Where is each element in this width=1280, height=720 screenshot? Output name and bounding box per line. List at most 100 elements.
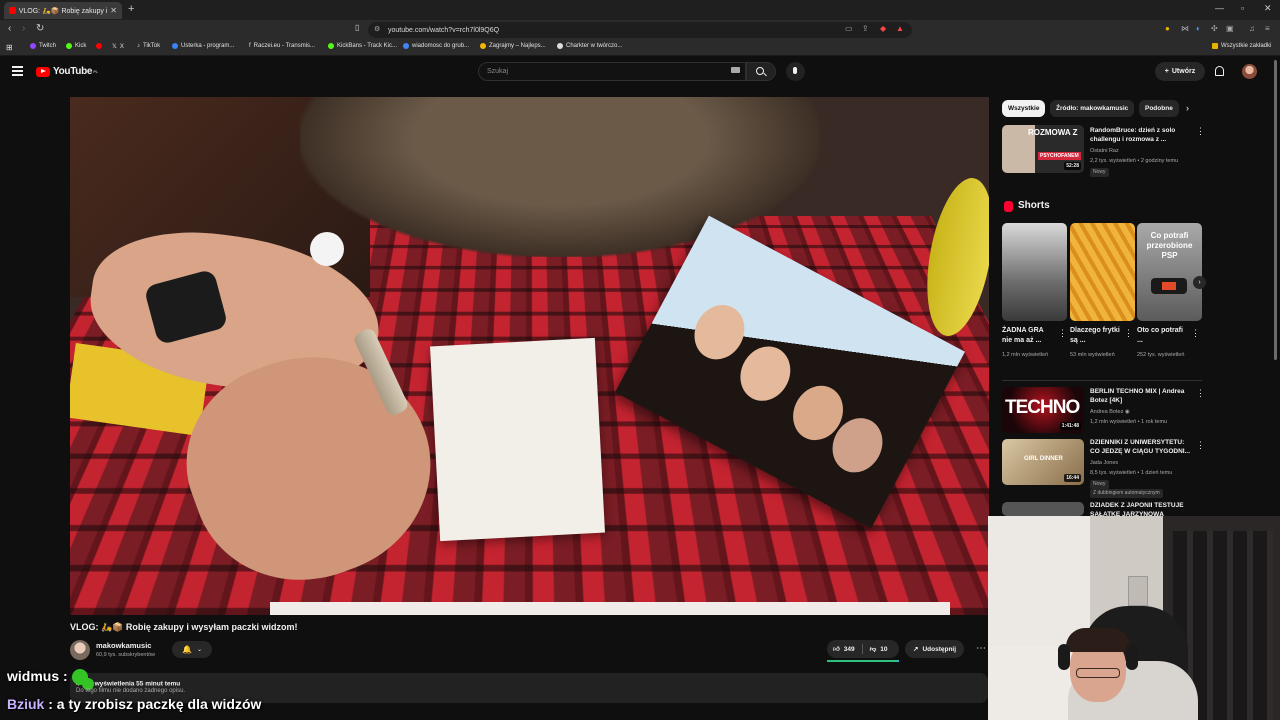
more-icon[interactable]: ⋮ [1124, 328, 1133, 339]
playlist-icon[interactable]: ♫ [1249, 24, 1255, 33]
headphones-icon [1058, 644, 1070, 670]
chrome-icon [403, 43, 409, 49]
video-channel[interactable]: Ostatni Raz [1090, 148, 1195, 155]
cast-icon[interactable]: ▭ [845, 24, 853, 33]
video-title[interactable]: BERLIN TECHNO MIX | Andrea Botez [4K] [1090, 388, 1195, 405]
psp-image [1151, 278, 1187, 294]
bookmark-item[interactable]: f Raczei.eu - Transmis... [249, 43, 315, 49]
bookmark-item[interactable] [96, 43, 102, 49]
short-thumbnail[interactable] [1002, 223, 1067, 321]
menu-icon[interactable] [12, 66, 23, 78]
address-bar[interactable]: ⚙ youtube.com/watch?v=rch7l0l9Q6Q [368, 22, 912, 38]
browser-tab[interactable]: VLOG: 🛵📦 Robię zakupy i wys ✕ [4, 2, 122, 19]
dislike-button[interactable]: 👎︎ 10 [869, 645, 888, 654]
reload-icon[interactable]: ↻ [36, 23, 44, 34]
brave-shield-icon[interactable]: ◆ [880, 24, 886, 33]
video-player[interactable] [70, 97, 989, 615]
bookmark-item[interactable]: KickBans - Track Kic... [328, 43, 397, 49]
youtube-icon [96, 43, 102, 49]
video-channel[interactable]: Jada Jones [1090, 460, 1195, 467]
new-badge: Nowy [1090, 168, 1109, 177]
sidebar-icon[interactable]: ▣ [1226, 24, 1234, 33]
video-thumbnail[interactable]: ROZMOWA Z PSYCHOFANEM 52:28 [1002, 125, 1084, 173]
more-icon[interactable]: ⋮ [1191, 328, 1200, 339]
like-ratio-bar [827, 660, 899, 662]
chip-related[interactable]: Podobne [1139, 100, 1179, 117]
game-icon [480, 43, 486, 49]
notifications-icon[interactable] [1215, 66, 1224, 76]
bookmark-item[interactable]: Zagrajmy – Najleps... [480, 43, 546, 49]
forward-icon[interactable]: › [22, 23, 25, 34]
short-views: 53 mln wyświetleń [1070, 352, 1115, 358]
search-button[interactable] [746, 62, 776, 81]
apps-icon[interactable]: ⊞ [6, 43, 13, 52]
video-title[interactable]: RandomBruce: dzień z solo challengu i ro… [1090, 127, 1195, 144]
youtube-logo[interactable]: YouTube PL [36, 66, 98, 77]
extension-icon[interactable]: ◐ [1196, 24, 1201, 33]
rewards-icon[interactable]: ▲ [896, 24, 904, 33]
short-thumbnail[interactable]: Co potrafi przerobione PSP [1137, 223, 1202, 321]
like-button[interactable]: 👍︎ 349 [833, 645, 855, 654]
thumbs-down-icon: 👎︎ [869, 646, 877, 653]
share-button[interactable]: ↗ Udostępnij [905, 640, 965, 658]
keyboard-icon[interactable] [731, 67, 740, 73]
more-icon[interactable]: ⋮ [1196, 388, 1205, 399]
extension-icon[interactable]: ● [1165, 24, 1170, 33]
video-title[interactable]: DZIADEK Z JAPONII TESTUJE SAŁATKĘ JARZYN… [1090, 502, 1195, 516]
chip-source[interactable]: Źródło: makowkamusic [1050, 100, 1135, 117]
shorts-icon [1004, 201, 1013, 212]
chevron-right-icon[interactable]: › [1193, 276, 1206, 289]
search-input[interactable]: Szukaj [478, 62, 746, 81]
subscription-bell-button[interactable]: 🔔 ⌄ [172, 641, 212, 658]
bookmark-icon[interactable]: ▯ [355, 23, 359, 32]
youtube-play-icon [36, 66, 50, 77]
site-info-icon[interactable]: ⚙ [374, 25, 380, 33]
bookmark-item[interactable]: wiadomosc do grub... [403, 43, 469, 49]
channel-avatar[interactable] [70, 640, 90, 660]
chevron-right-icon[interactable]: › [1186, 103, 1189, 113]
more-actions-icon[interactable]: ⋯ [976, 643, 986, 654]
more-icon[interactable]: ⋮ [1058, 328, 1067, 339]
chip-all[interactable]: Wszystkie [1002, 100, 1046, 117]
facebook-icon: f [249, 43, 251, 49]
extension-icon[interactable]: ⋈ [1181, 24, 1189, 33]
divider [1002, 380, 1202, 381]
close-tab-icon[interactable]: ✕ [110, 6, 117, 15]
new-tab-button[interactable]: + [128, 3, 134, 15]
more-icon[interactable]: ⋮ [1196, 440, 1205, 451]
bookmark-item[interactable]: ♪ TikTok [137, 43, 160, 49]
scrollbar[interactable] [1273, 60, 1278, 360]
short-thumbnail[interactable] [1070, 223, 1135, 321]
share-icon[interactable]: ⇪ [862, 24, 869, 33]
video-thumbnail[interactable] [1002, 502, 1084, 516]
create-button[interactable]: + Utwórz [1155, 62, 1205, 81]
bookmark-item[interactable]: Usterka - program... [172, 43, 234, 49]
extensions-puzzle-icon[interactable]: ✣ [1211, 24, 1218, 33]
bookmark-item[interactable]: 𝕏X [112, 43, 124, 51]
badge-wrapper: Z dubbingiem automatycznym [1090, 488, 1195, 498]
minimize-icon[interactable]: — [1215, 3, 1224, 13]
video-thumbnail[interactable]: TECHNO 1:41:48 [1002, 387, 1084, 433]
bookmark-item[interactable]: Kick [66, 43, 86, 49]
scrollbar-thumb[interactable] [1274, 60, 1277, 360]
all-bookmarks[interactable]: Wszystkie zakładki [1212, 43, 1271, 49]
video-title[interactable]: DZIENNIKI Z UNIWERSYTETU: CO JEDZĘ W CIĄ… [1090, 439, 1195, 456]
bookmark-item[interactable]: Charkter w twórczo... [557, 43, 622, 49]
maximize-icon[interactable]: ▫ [1241, 3, 1244, 13]
video-channel[interactable]: Andrea Botez ◉ [1090, 409, 1195, 416]
short-title[interactable]: Oto co potrafi ... [1137, 326, 1189, 346]
short-title[interactable]: Dlaczego frytki są ... [1070, 326, 1122, 346]
twitch-icon [30, 43, 36, 49]
close-window-icon[interactable]: ✕ [1264, 3, 1272, 14]
back-icon[interactable]: ‹ [8, 23, 11, 34]
avatar[interactable] [1242, 64, 1257, 79]
menu-icon[interactable]: ≡ [1265, 24, 1270, 33]
more-icon[interactable]: ⋮ [1196, 126, 1205, 137]
channel-name[interactable]: makowkamusic [96, 641, 151, 650]
bookmark-item[interactable]: Twitch [30, 43, 56, 49]
chat-message: widmus : [7, 668, 88, 686]
voice-search-button[interactable] [786, 62, 805, 81]
short-title[interactable]: ŻADNA GRA nie ma aż ... [1002, 326, 1054, 346]
video-meta: 2,2 tys. wyświetleń • 2 godziny temu [1090, 158, 1179, 164]
video-thumbnail[interactable]: GIRL DINNER 16:44 [1002, 439, 1084, 485]
